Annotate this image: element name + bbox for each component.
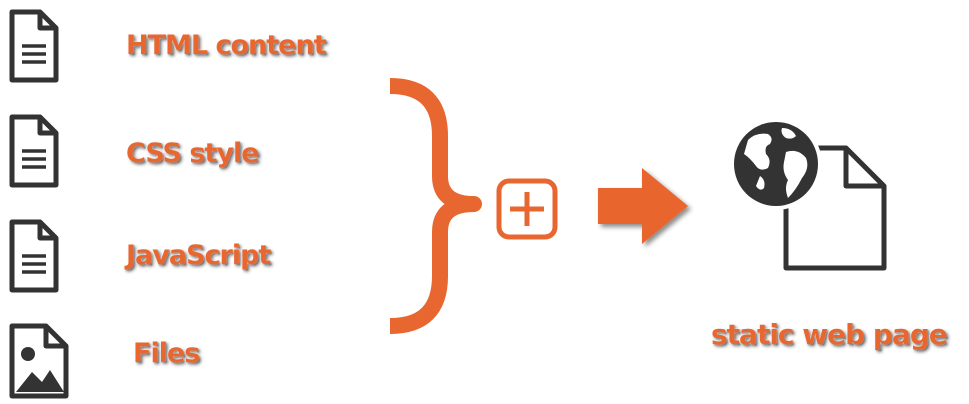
document-icon (8, 218, 60, 294)
files-label: Files (132, 337, 201, 370)
plus-box-icon (496, 178, 558, 240)
javascript-label: JavaScript (125, 239, 272, 272)
html-content-label: HTML content (125, 29, 327, 62)
image-file-icon (8, 322, 70, 400)
document-icon (8, 113, 60, 189)
css-style-label: CSS style (125, 137, 260, 170)
static-web-page-label: static web page (710, 317, 949, 352)
right-curly-brace (388, 76, 488, 336)
web-page-globe-icon (726, 114, 898, 276)
right-arrow-icon (592, 162, 702, 254)
document-icon (8, 8, 60, 84)
